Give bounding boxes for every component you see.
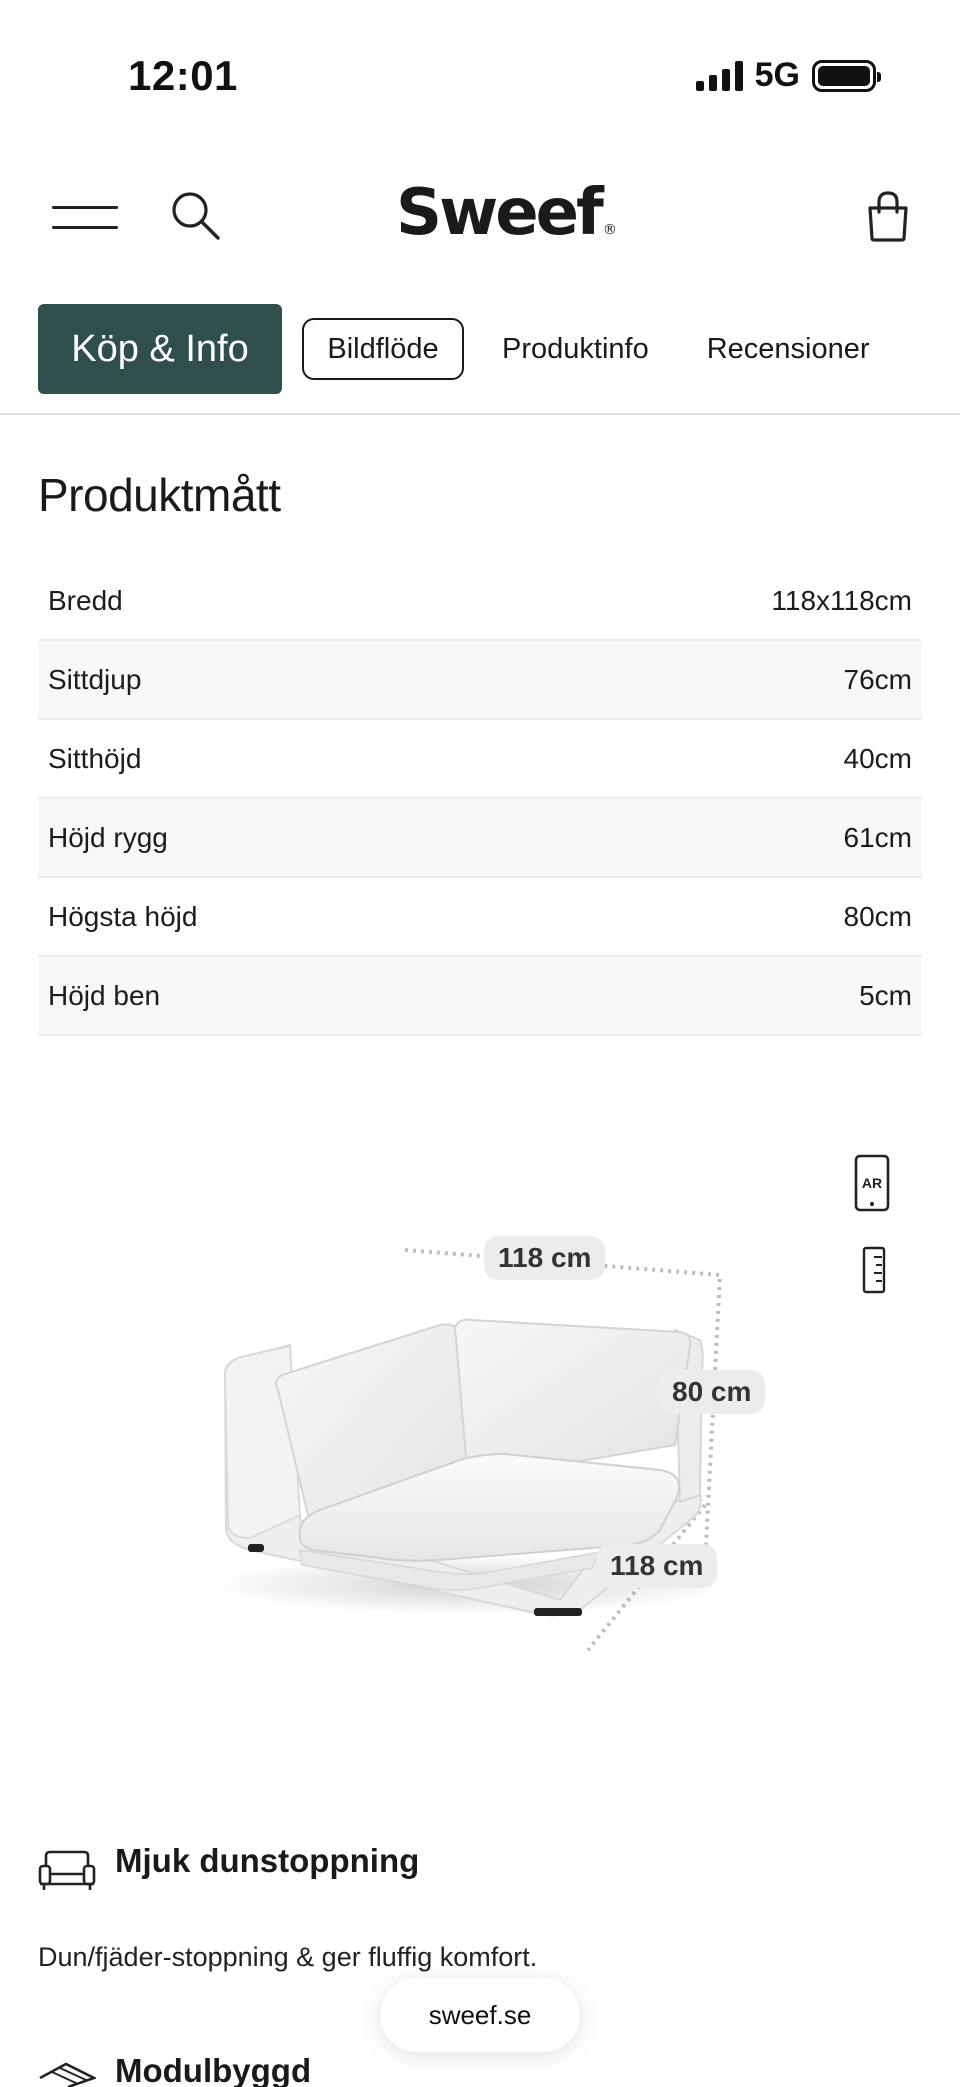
tab-kop-info[interactable]: Köp & Info [38,304,282,394]
browser-address-pill[interactable]: sweef.se [380,1978,580,2052]
product-dimension-image[interactable]: AR 118 cm 80 cm 118 cm [0,1140,960,1700]
dimension-value: 118x118cm [771,584,912,616]
dimension-value: 40cm [843,742,912,774]
dimension-label: Bredd [48,584,123,616]
dimension-value: 5cm [859,979,912,1011]
table-row: Bredd 118x118cm [38,562,922,641]
dimension-value: 80cm [843,900,912,932]
depth-dimension-label: 118 cm [596,1544,718,1588]
table-row: Höjd ben 5cm [38,957,922,1036]
dimensions-table: Bredd 118x118cm Sittdjup 76cm Sitthöjd 4… [38,562,922,1036]
dimension-label: Sittdjup [48,663,142,695]
dimension-label: Sitthöjd [48,742,142,774]
table-row: Sittdjup 76cm [38,641,922,720]
tabs-divider [0,413,960,415]
site-header: Sweef ® [0,170,960,260]
logo-text: Sweef [396,176,604,250]
ar-phone-icon[interactable]: AR [854,1154,890,1212]
status-indicators: 5G [695,56,881,95]
width-dimension-label: 118 cm [484,1236,606,1280]
feature-title: Modulbyggd [115,2052,312,2087]
dimension-value: 76cm [843,663,912,695]
sweef-logo[interactable]: Sweef ® [396,176,617,250]
dimension-label: Höjd rygg [48,821,168,853]
tab-bildflode[interactable]: Bildflöde [302,318,464,380]
dimension-label: Höjd ben [48,979,161,1011]
battery-icon [812,59,881,92]
tab-produktinfo[interactable]: Produktinfo [502,333,649,366]
network-label: 5G [754,56,800,94]
dimension-value: 61cm [843,821,912,853]
sofa-image [210,1248,730,1652]
table-row: Sitthöjd 40cm [38,720,922,799]
dimension-label: Högsta höjd [48,900,198,932]
feature-title: Mjuk dunstoppning [115,1842,420,1879]
menu-icon[interactable] [52,204,120,230]
search-icon[interactable] [168,188,222,242]
ruler-icon[interactable] [862,1246,886,1294]
tab-recensioner[interactable]: Recensioner [707,333,870,366]
ar-label: AR [862,1175,882,1191]
signal-strength-icon [695,60,743,91]
product-tabs: Köp & Info Bildflöde Produktinfo Recensi… [38,303,938,395]
table-row: Högsta höjd 80cm [38,878,922,957]
table-row: Höjd rygg 61cm [38,799,922,878]
height-dimension-label: 80 cm [658,1370,766,1414]
section-title-produktmatt: Produktmått [38,469,281,521]
feature-description: Dun/fjäder-stoppning & ger fluffig komfo… [38,1942,538,1972]
status-bar: 12:01 5G [0,0,960,150]
status-time: 12:01 [128,52,238,99]
shopping-bag-icon[interactable] [864,190,912,242]
sofa-icon [38,1850,96,1890]
registered-mark: ® [602,222,617,238]
modules-icon [39,2062,96,2087]
